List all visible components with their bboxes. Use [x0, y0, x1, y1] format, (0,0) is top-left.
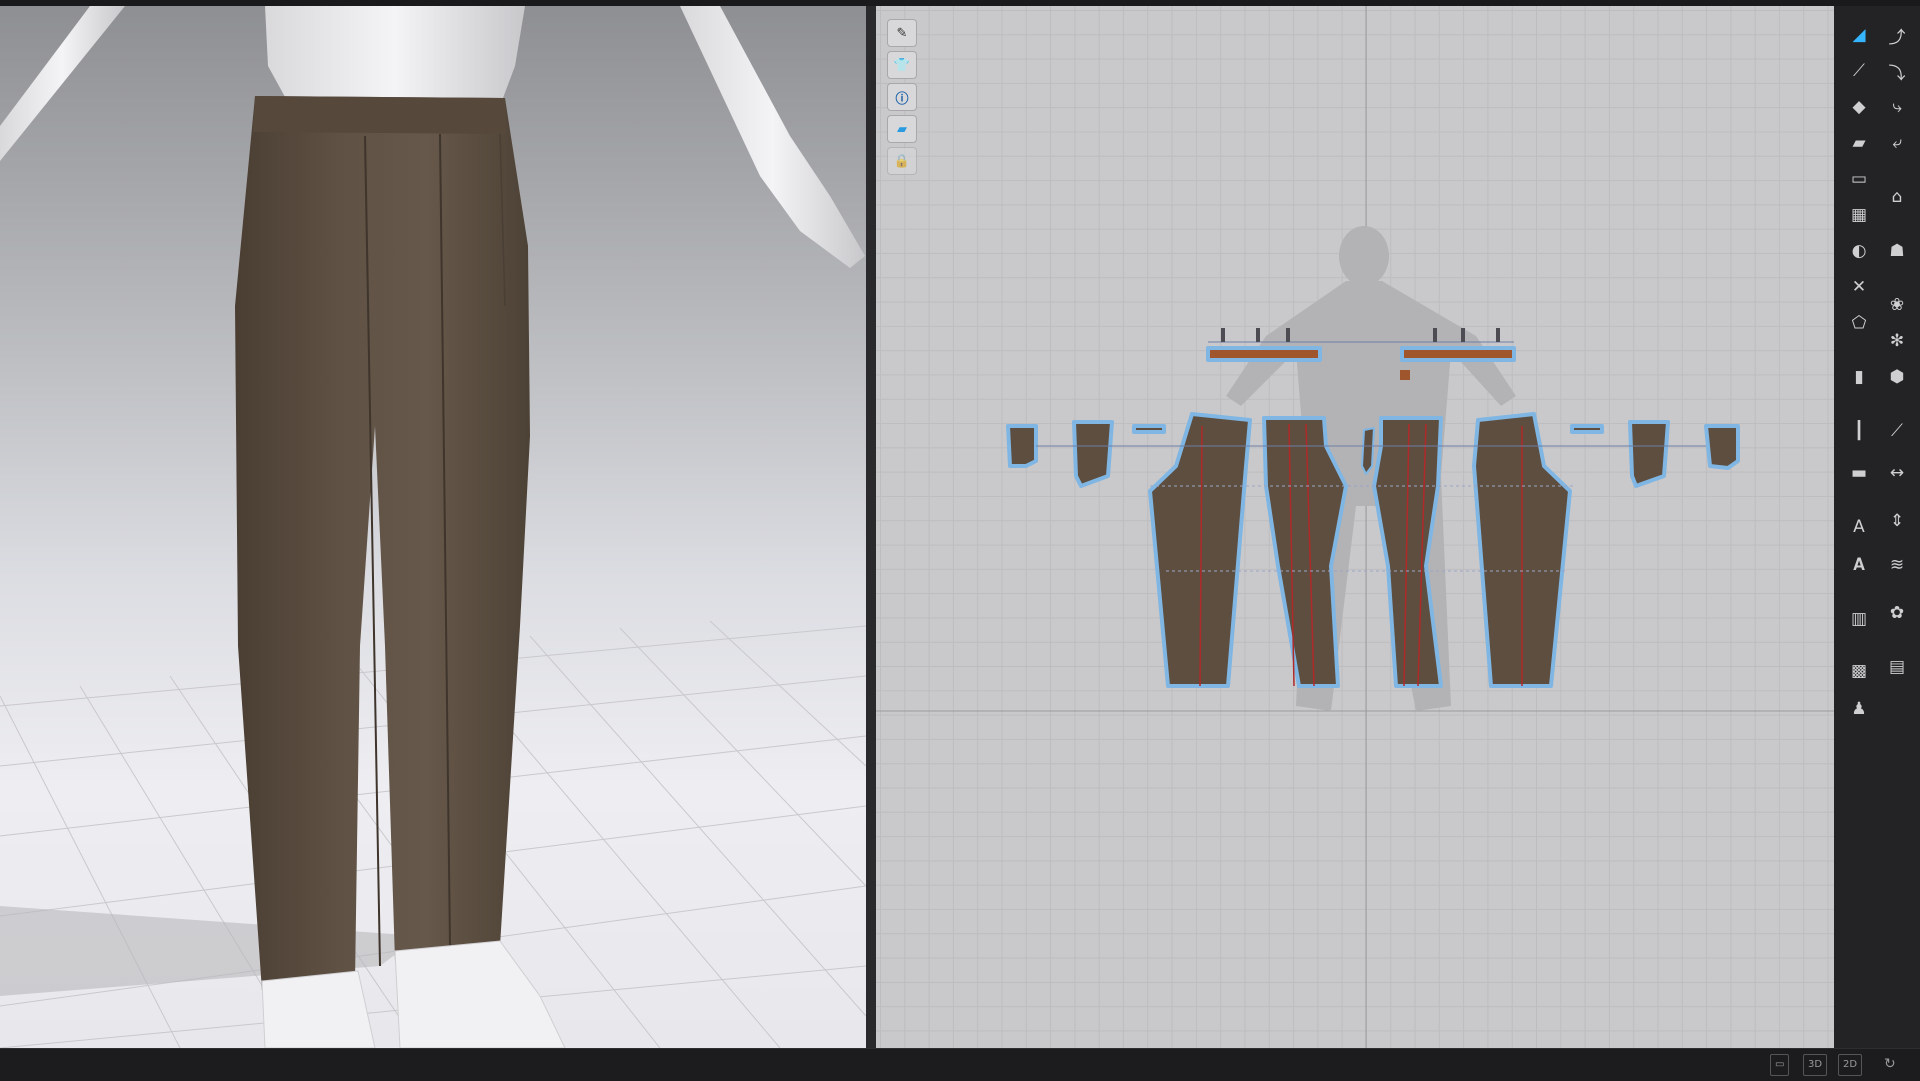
rectangle-icon[interactable]: ▭: [1842, 164, 1876, 194]
graphic-icon[interactable]: ▤: [1880, 652, 1914, 682]
avatar-right-shoe: [394, 940, 566, 1048]
2d-toolbar: ◢ ⟋ ◆ ▰ ▭ ▦ ◐ ✕ ⬠ ▮ ┃ ▬ A 𝐀 ▥ ▩ ♟ ⤴ ⤵ ⤷ …: [1834, 6, 1920, 1048]
buttonhole-icon[interactable]: ✻: [1880, 326, 1914, 356]
curve-point-icon[interactable]: ⤵: [1880, 56, 1914, 86]
belt-loop-2: [1570, 424, 1604, 434]
label-piece: [1400, 370, 1410, 380]
internal-polygon-icon[interactable]: ▦: [1842, 200, 1876, 230]
iron-icon[interactable]: ⌂: [1880, 182, 1914, 212]
waistband-right: [1400, 346, 1516, 362]
elastic-icon[interactable]: ≋: [1880, 550, 1914, 580]
zipper-icon[interactable]: ⇕: [1880, 506, 1914, 536]
zigzag-icon[interactable]: ✿: [1880, 598, 1914, 628]
pocket-piece-2: [1072, 420, 1114, 488]
polygon-icon[interactable]: ▰: [1842, 128, 1876, 158]
measure-length-icon[interactable]: ↔: [1880, 458, 1914, 488]
add-point-icon[interactable]: ⤷: [1880, 92, 1914, 122]
tack-icon[interactable]: ▬: [1842, 458, 1876, 488]
pattern-canvas: [876, 6, 1834, 1048]
fly-piece: [1361, 427, 1375, 475]
topstitch-icon[interactable]: ⬢: [1880, 362, 1914, 392]
measure-icon[interactable]: ▥: [1842, 604, 1876, 634]
2d-pattern-window[interactable]: ✎ 👕 ⓘ ▰ 🔒: [876, 6, 1834, 1048]
view-3d-button[interactable]: 3D: [1803, 1054, 1828, 1076]
avatar-torso: [265, 6, 525, 106]
pocket-piece-4: [1704, 424, 1740, 470]
3d-scene: [0, 6, 866, 1048]
view-2d-button[interactable]: 2D: [1838, 1054, 1863, 1076]
status-bar: [0, 1048, 1920, 1081]
free-sewing-icon[interactable]: ┃: [1842, 416, 1876, 446]
avatar-icon[interactable]: ♟: [1842, 694, 1876, 724]
viewport-divider[interactable]: [866, 6, 876, 1048]
fold-arrangement-icon[interactable]: ☗: [1880, 236, 1914, 266]
pants-3d: [235, 96, 530, 991]
text-edit-icon[interactable]: 𝐀: [1842, 550, 1876, 580]
pocket-piece-1: [1006, 424, 1038, 468]
3d-viewport[interactable]: [0, 6, 866, 1048]
avatar-left-arm: [0, 6, 125, 161]
edit-pattern-icon[interactable]: ⟋: [1842, 56, 1876, 86]
segment-sewing-icon[interactable]: ▮: [1842, 362, 1876, 392]
pants-piece-2: [1262, 416, 1348, 688]
transform-pattern-icon[interactable]: ◆: [1842, 92, 1876, 122]
fabric-icon[interactable]: ▩: [1842, 656, 1876, 686]
button-icon[interactable]: ❀: [1880, 290, 1914, 320]
belt-loop-1: [1132, 424, 1166, 434]
edit-topstitch-icon[interactable]: ⟋: [1880, 416, 1914, 446]
edit-curvature-icon[interactable]: ⤴: [1880, 20, 1914, 50]
avatar-left-shoe: [261, 970, 376, 1048]
set-seam-allowance-icon[interactable]: ⤶: [1880, 128, 1914, 158]
single-view-icon[interactable]: ▭: [1770, 1054, 1790, 1076]
select-move-icon[interactable]: ◢: [1842, 20, 1876, 50]
cut-icon[interactable]: ✕: [1842, 272, 1876, 302]
text-icon[interactable]: A: [1842, 512, 1876, 542]
pocket-piece-3: [1628, 420, 1670, 488]
refresh-icon[interactable]: ↻: [1880, 1054, 1900, 1074]
dart-icon[interactable]: ◐: [1842, 236, 1876, 266]
fold-icon[interactable]: ⬠: [1842, 308, 1876, 338]
waistband-left: [1206, 346, 1322, 362]
avatar-right-arm: [680, 6, 865, 268]
